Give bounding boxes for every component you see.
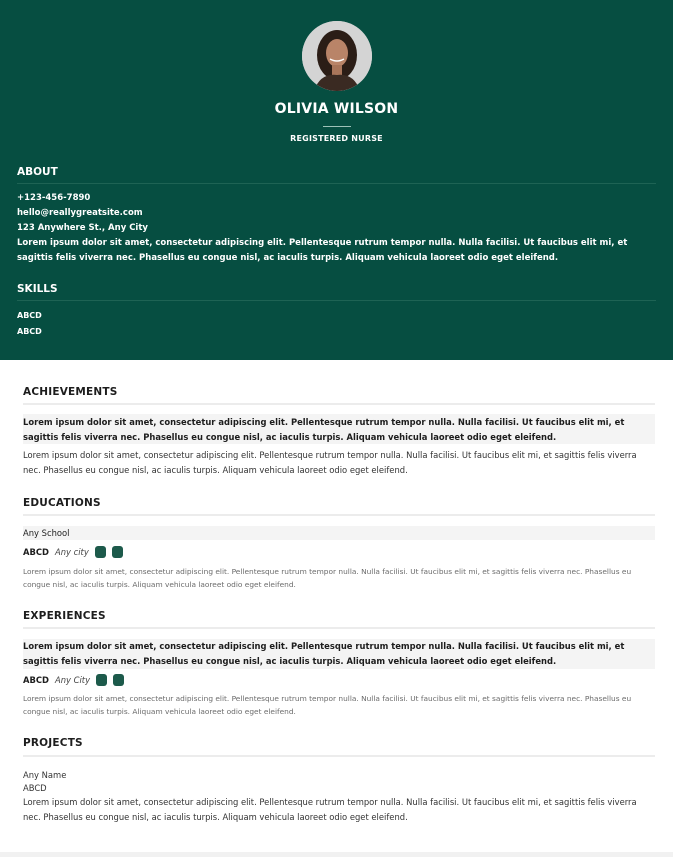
skills-heading: SKILLS (17, 283, 58, 295)
date-tag (111, 546, 123, 558)
education-school: Any School (23, 528, 70, 538)
project-sub: ABCD (23, 783, 47, 793)
date-tag (113, 674, 125, 686)
projects-heading: PROJECTS (23, 737, 83, 749)
avatar (302, 21, 372, 91)
experience-degree: ABCD (23, 675, 49, 685)
experience-divider (23, 627, 655, 629)
experience-meta-row: ABCD Any City (23, 673, 125, 687)
skill-item: ABCD (17, 311, 42, 320)
profile-role: REGISTERED NURSE (290, 134, 383, 143)
header-panel: OLIVIA WILSON REGISTERED NURSE ABOUT +12… (0, 0, 673, 360)
education-heading: EDUCATIONS (23, 497, 101, 509)
name-divider (323, 126, 351, 127)
achievements-heading: ACHIEVEMENTS (23, 386, 118, 398)
about-bio: Lorem ipsum dolor sit amet, consectetur … (17, 238, 628, 263)
date-tag (94, 546, 106, 558)
address-text: 123 Anywhere St., Any City (17, 223, 148, 233)
date-tag (96, 674, 108, 686)
education-degree: ABCD (23, 547, 49, 557)
skill-item: ABCD (17, 327, 42, 336)
experience-text: Lorem ipsum dolor sit amet, consectetur … (23, 694, 632, 716)
project-name: Any Name (23, 770, 67, 780)
avatar-photo-icon (302, 21, 372, 91)
education-meta-row: ABCD Any city (23, 545, 123, 559)
projects-divider (23, 755, 655, 757)
page-footer-bar (0, 852, 673, 857)
about-heading: ABOUT (17, 166, 58, 178)
achievements-divider (23, 403, 655, 405)
education-city: Any city (54, 547, 89, 557)
skills-divider (17, 300, 656, 301)
experience-city: Any City (54, 675, 91, 685)
experience-heading: EXPERIENCES (23, 610, 106, 622)
phone-text: +123-456-7890 (17, 193, 91, 203)
skills-list: ABCD ABCD (17, 308, 42, 340)
achievements-text: Lorem ipsum dolor sit amet, consectetur … (23, 450, 637, 475)
achievements-highlight: Lorem ipsum dolor sit amet, consectetur … (23, 417, 625, 442)
education-divider (23, 514, 655, 516)
education-text: Lorem ipsum dolor sit amet, consectetur … (23, 567, 632, 589)
about-content: +123-456-7890 hello@reallygreatsite.com … (17, 191, 657, 266)
education-school-bg (23, 526, 655, 540)
projects-content: Any Name ABCD Lorem ipsum dolor sit amet… (23, 769, 655, 825)
experience-highlight: Lorem ipsum dolor sit amet, consectetur … (23, 641, 625, 666)
project-text: Lorem ipsum dolor sit amet, consectetur … (23, 797, 637, 822)
email-text: hello@reallygreatsite.com (17, 208, 143, 218)
profile-name: OLIVIA WILSON (274, 101, 399, 117)
about-divider (17, 183, 656, 184)
